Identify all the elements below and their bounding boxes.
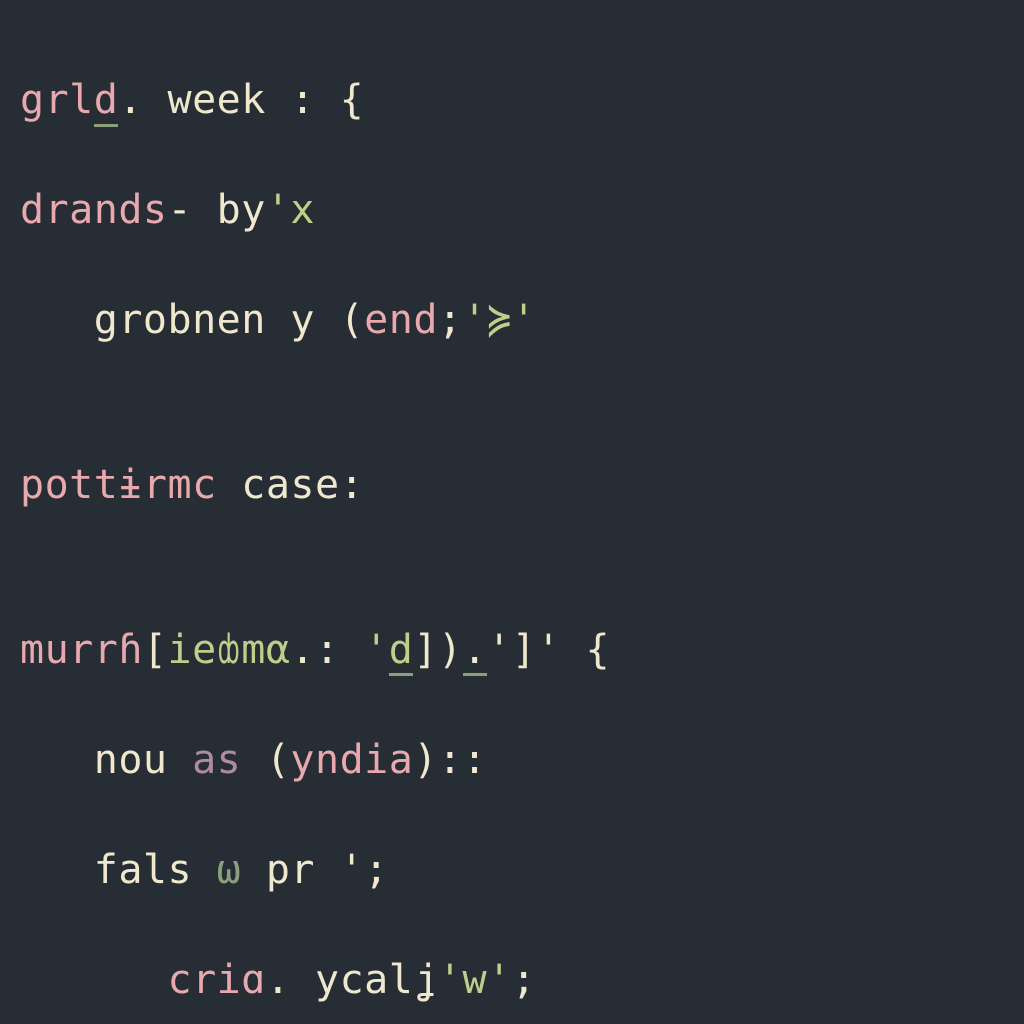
code-line: fals ω pr '; bbox=[20, 843, 1004, 898]
code-line: murrɦ[ieȸmα.: 'd]).']' { bbox=[20, 623, 1004, 678]
token-identifier: week bbox=[143, 77, 291, 123]
token-string: d bbox=[389, 627, 414, 676]
token-identifier: end bbox=[364, 297, 438, 343]
code-line: criɑ. ycalʝ'w'; bbox=[20, 953, 1004, 1008]
token-punct: . bbox=[266, 957, 315, 1003]
token-punct: ):: bbox=[413, 737, 487, 783]
token-operator: - bbox=[168, 187, 193, 233]
token-keyword: as bbox=[192, 737, 266, 783]
token-identifier: murrɦ bbox=[20, 627, 143, 673]
token-identifier: fals bbox=[20, 847, 217, 893]
token-punct: . bbox=[463, 627, 488, 676]
token-identifier: pottɨrmc bbox=[20, 462, 241, 508]
token-punct: ; bbox=[512, 957, 537, 1003]
token-operator: ω bbox=[217, 847, 266, 893]
token-punct: : bbox=[340, 462, 365, 508]
token-punct: ( bbox=[266, 737, 291, 783]
token-string: ' bbox=[364, 627, 389, 673]
token-identifier: ieȸmα bbox=[168, 627, 291, 673]
token-bracket: ]) bbox=[413, 627, 462, 673]
token-keyword: case bbox=[241, 462, 339, 508]
token-string: '≽' bbox=[463, 297, 537, 343]
code-line: nou as (yndia):: bbox=[20, 733, 1004, 788]
token-identifier: grl bbox=[20, 77, 94, 123]
token-identifier: criɑ bbox=[20, 957, 266, 1003]
token-string: 'x bbox=[266, 187, 315, 233]
token-punct: : bbox=[315, 627, 364, 673]
token-punct: . bbox=[290, 627, 315, 673]
token-string: 'w' bbox=[438, 957, 512, 1003]
token-punct: '; bbox=[340, 847, 389, 893]
token-identifier: ycalʝ bbox=[315, 957, 438, 1003]
code-editor[interactable]: grld. week : { drands- by'x grobnen y (e… bbox=[0, 0, 1024, 1024]
code-line: drands- by'x bbox=[20, 183, 1004, 238]
token-identifier: by bbox=[192, 187, 266, 233]
token-punct: ']' { bbox=[487, 627, 610, 673]
token-identifier: grobnen bbox=[20, 297, 290, 343]
token-punct: . bbox=[118, 77, 143, 123]
token-punct: : { bbox=[290, 77, 364, 123]
token-punct: ( bbox=[340, 297, 365, 343]
token-identifier: d bbox=[94, 77, 119, 127]
code-line: grobnen y (end;'≽' bbox=[20, 293, 1004, 348]
code-line: grld. week : { bbox=[20, 73, 1004, 128]
code-line: pottɨrmc case: bbox=[20, 458, 1004, 513]
token-punct: ; bbox=[438, 297, 463, 343]
token-identifier: y bbox=[290, 297, 339, 343]
token-bracket: [ bbox=[143, 627, 168, 673]
token-identifier: yndia bbox=[290, 737, 413, 783]
token-identifier: pr bbox=[266, 847, 340, 893]
token-identifier: nou bbox=[20, 737, 192, 783]
token-identifier: drands bbox=[20, 187, 168, 233]
